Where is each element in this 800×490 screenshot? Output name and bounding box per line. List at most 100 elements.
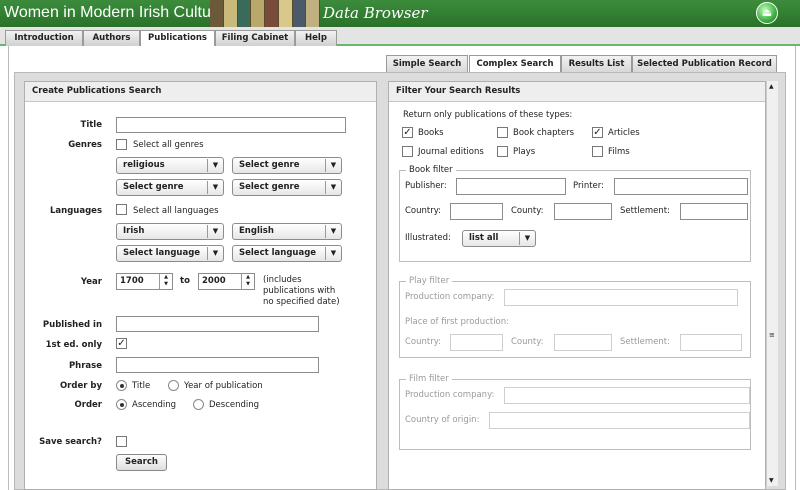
banner: Women in Modern Irish Culture Data Brows… [0, 0, 800, 27]
type-journal-editions-checkbox[interactable] [402, 146, 413, 157]
genres-label: Genres [68, 140, 102, 150]
order-by-label: Order by [59, 381, 102, 391]
genre-select-4[interactable]: Select genre ▼ [232, 179, 342, 196]
chevron-down-icon: ▼ [519, 232, 535, 245]
scroll-grip-icon[interactable]: ≡ [769, 331, 775, 339]
app-title: Women in Modern Irish Culture [4, 4, 226, 21]
scroll-down-icon[interactable]: ▼ [769, 477, 774, 484]
type-journal-editions-label: Journal editions [418, 147, 484, 157]
book-filter-legend: Book filter [409, 165, 453, 175]
chevron-down-icon: ▼ [325, 247, 341, 260]
type-articles-checkbox[interactable]: ✓ [592, 127, 603, 138]
top-tab-bar: Introduction Authors Publications Filing… [0, 27, 800, 48]
order-by-year-radio[interactable] [168, 380, 179, 391]
type-book-chapters-checkbox[interactable] [497, 127, 508, 138]
tab-complex-search[interactable]: Complex Search [469, 55, 561, 72]
order-ascending-radio[interactable] [116, 399, 127, 410]
language-select-4[interactable]: Select language ▼ [232, 245, 342, 262]
select-all-languages-label: Select all languages [133, 206, 219, 216]
title-input[interactable] [116, 117, 346, 133]
type-books-checkbox[interactable]: ✓ [402, 127, 413, 138]
genre-select-1[interactable]: religious ▼ [116, 157, 224, 174]
play-filter-legend: Play filter [409, 276, 450, 286]
order-by-title-radio[interactable] [116, 380, 127, 391]
first-ed-label: 1st ed. only [45, 340, 102, 350]
language-select-2[interactable]: English ▼ [232, 223, 342, 240]
published-in-input[interactable] [116, 316, 319, 332]
printer-label: Printer: [573, 181, 604, 191]
play-country-input[interactable] [450, 334, 503, 351]
illustrated-label: Illustrated: [405, 233, 451, 243]
panel-heading: Create Publications Search [25, 82, 376, 102]
chevron-down-icon: ▼ [207, 159, 223, 172]
search-button[interactable]: Search [116, 454, 167, 471]
tab-help[interactable]: Help [295, 30, 337, 46]
play-settlement-label: Settlement: [620, 337, 670, 347]
order-descending-label: Descending [209, 400, 260, 410]
year-note-line1: (includes [263, 275, 302, 285]
language-select-1[interactable]: Irish ▼ [116, 223, 224, 240]
stepper-arrows-icon[interactable]: ▲ ▼ [159, 274, 172, 289]
book-county-label: County: [511, 206, 544, 216]
panel-heading: Filter Your Search Results [389, 82, 765, 102]
order-ascending-label: Ascending [132, 400, 177, 410]
play-county-input[interactable] [554, 334, 612, 351]
logo-icon[interactable]: ⏏ [756, 2, 778, 24]
app-subtitle: Data Browser [323, 4, 428, 22]
stepper-arrows-icon[interactable]: ▲ ▼ [241, 274, 254, 289]
film-production-company-label: Production company: [405, 390, 495, 400]
printer-input[interactable] [614, 178, 748, 195]
year-from-stepper[interactable]: 1700 ▲ ▼ [116, 273, 173, 290]
type-films-checkbox[interactable] [592, 146, 603, 157]
genre-select-2[interactable]: Select genre ▼ [232, 157, 342, 174]
play-settlement-input[interactable] [680, 334, 742, 351]
play-production-company-input[interactable] [504, 289, 738, 306]
genre-select-3[interactable]: Select genre ▼ [116, 179, 224, 196]
title-label: Title [80, 120, 102, 130]
type-plays-checkbox[interactable] [497, 146, 508, 157]
play-county-label: County: [511, 337, 544, 347]
order-by-title-label: Title [132, 381, 151, 391]
book-country-input[interactable] [450, 203, 503, 220]
tab-selected-publication-record[interactable]: Selected Publication Record [632, 55, 777, 72]
save-search-label: Save search? [39, 437, 102, 447]
order-by-year-label: Year of publication [184, 381, 263, 391]
place-first-production-label: Place of first production: [405, 317, 510, 327]
year-label: Year [80, 277, 102, 287]
tab-simple-search[interactable]: Simple Search [386, 55, 468, 72]
save-search-checkbox[interactable] [116, 436, 127, 447]
phrase-input[interactable] [116, 357, 319, 373]
language-select-3[interactable]: Select language ▼ [116, 245, 224, 262]
country-of-origin-label: Country of origin: [405, 415, 480, 425]
tab-results-list[interactable]: Results List [561, 55, 632, 72]
languages-label: Languages [50, 206, 102, 216]
year-to-label: to [180, 276, 190, 286]
select-all-genres-checkbox[interactable] [116, 139, 127, 150]
order-label: Order [74, 400, 102, 410]
year-to-stepper[interactable]: 2000 ▲ ▼ [198, 273, 255, 290]
publisher-input[interactable] [456, 178, 566, 195]
chevron-down-icon: ▼ [207, 225, 223, 238]
first-ed-checkbox[interactable]: ✓ [116, 338, 127, 349]
chevron-down-icon: ▼ [325, 181, 341, 194]
tab-filing-cabinet[interactable]: Filing Cabinet [215, 30, 295, 46]
types-label: Return only publications of these types: [403, 110, 573, 120]
type-book-chapters-label: Book chapters [513, 128, 575, 138]
chevron-down-icon: ▼ [207, 247, 223, 260]
chevron-down-icon: ▼ [325, 225, 341, 238]
tab-authors[interactable]: Authors [83, 30, 140, 46]
year-note-line3: no specified date) [263, 297, 340, 307]
film-filter-legend: Film filter [409, 374, 449, 384]
book-county-input[interactable] [554, 203, 612, 220]
book-settlement-label: Settlement: [620, 206, 670, 216]
film-production-company-input[interactable] [504, 387, 750, 404]
vertical-scrollbar[interactable]: ▲ ≡ ▼ [766, 81, 778, 486]
published-in-label: Published in [42, 320, 102, 330]
select-all-languages-checkbox[interactable] [116, 204, 127, 215]
order-descending-radio[interactable] [193, 399, 204, 410]
book-settlement-input[interactable] [680, 203, 748, 220]
illustrated-select[interactable]: list all ▼ [462, 230, 536, 247]
country-of-origin-input[interactable] [489, 412, 750, 429]
tab-introduction[interactable]: Introduction [5, 30, 83, 46]
scroll-up-icon[interactable]: ▲ [769, 83, 774, 90]
